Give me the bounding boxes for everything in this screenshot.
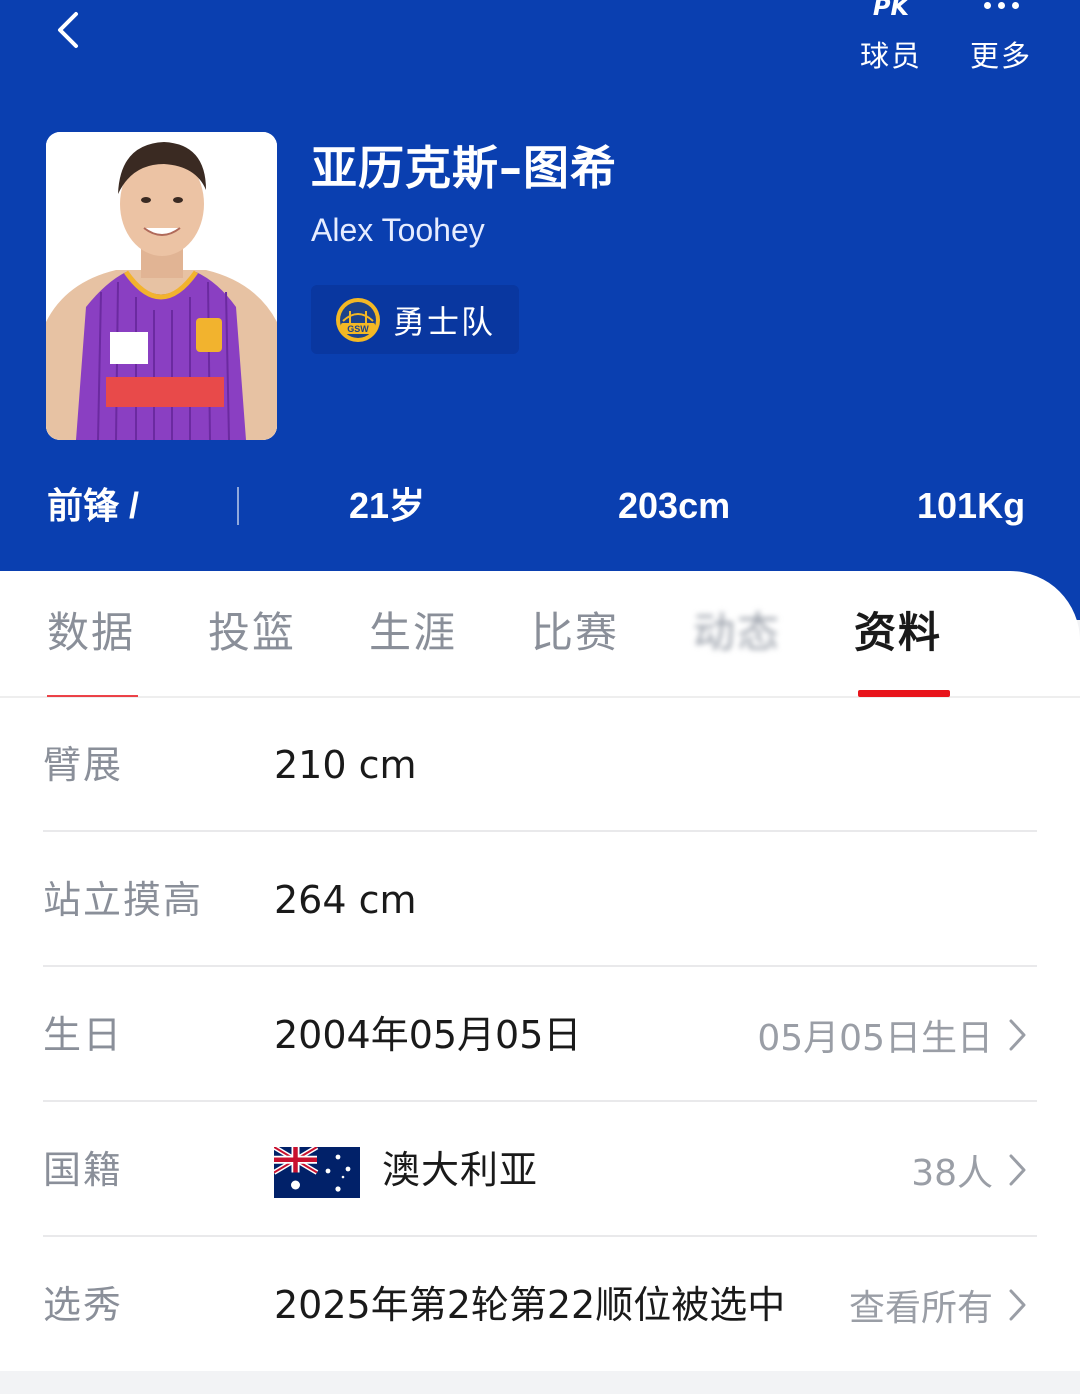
reach-label: 站立摸高: [43, 878, 204, 922]
stat-divider: [237, 487, 239, 525]
content-panel: 数据 投篮 生涯 比赛 动态 资料 臂展 210 cm 站立摸高 264 cm …: [0, 571, 1080, 1371]
chevron-right-icon: [1009, 1289, 1026, 1321]
draft-link-text: 查看所有: [848, 1288, 993, 1329]
player-stats-row: 前锋 / 21岁 203cm 101Kg: [0, 476, 1080, 536]
pk-label: 球员: [859, 39, 922, 73]
birthday-value: 2004年05月05日: [274, 1013, 582, 1057]
more-dots-icon: [956, 0, 1046, 26]
nationality-link[interactable]: 38人: [911, 1103, 1027, 1237]
nationality-row[interactable]: 国籍 澳大利亚 38人: [43, 1103, 1037, 1237]
draft-label: 选秀: [43, 1283, 124, 1327]
position-stat: 前锋 /: [47, 485, 140, 526]
tab-games[interactable]: 比赛: [531, 601, 619, 665]
tab-indicator-previous: [47, 695, 138, 697]
player-portrait-image: [46, 132, 277, 440]
birthday-row[interactable]: 生日 2004年05月05日 05月05日生日: [43, 968, 1037, 1102]
birthday-link-text: 05月05日生日: [757, 1018, 993, 1059]
tab-bar: 数据 投篮 生涯 比赛 动态 资料: [0, 571, 1080, 698]
tab-news[interactable]: 动态: [693, 601, 783, 665]
weight-stat: 101Kg: [917, 485, 1026, 526]
height-stat: 203cm: [618, 485, 731, 526]
tab-profile[interactable]: 资料: [854, 601, 942, 665]
player-photo: [46, 132, 277, 440]
tab-career[interactable]: 生涯: [369, 601, 457, 665]
player-header: PK 球员 更多 亚历克斯–图希 Alex Toohey GSW 勇士队 前锋 …: [0, 0, 1080, 620]
wingspan-label: 臂展: [43, 743, 124, 787]
australia-flag-icon: [274, 1147, 360, 1198]
tab-stats[interactable]: 数据: [47, 601, 135, 665]
team-name: 勇士队: [393, 302, 496, 341]
age-stat: 21岁: [349, 485, 426, 526]
nationality-label: 国籍: [43, 1148, 124, 1192]
birthday-label: 生日: [43, 1013, 124, 1057]
warriors-logo-icon: GSW: [336, 297, 380, 342]
nationality-link-text: 38人: [911, 1153, 993, 1194]
player-name-cn: 亚历克斯–图希: [311, 141, 617, 195]
nationality-value: 澳大利亚: [382, 1148, 539, 1192]
wingspan-value: 210 cm: [274, 743, 417, 787]
draft-row[interactable]: 选秀 2025年第2轮第22顺位被选中 查看所有: [43, 1238, 1037, 1372]
back-arrow-icon[interactable]: [48, 8, 92, 52]
pk-player-button[interactable]: PK 球员: [846, 0, 936, 80]
more-label: 更多: [969, 39, 1032, 73]
chevron-right-icon: [1009, 1154, 1026, 1186]
chevron-right-icon: [1009, 1019, 1026, 1051]
reach-value: 264 cm: [274, 878, 417, 922]
reach-row: 站立摸高 264 cm: [43, 833, 1037, 967]
bottom-strip: [0, 1371, 1080, 1394]
more-button[interactable]: 更多: [956, 0, 1046, 80]
tab-shooting[interactable]: 投篮: [208, 601, 296, 665]
team-chip[interactable]: GSW 勇士队: [311, 285, 520, 354]
draft-value: 2025年第2轮第22顺位被选中: [274, 1283, 786, 1327]
pk-icon: PK: [872, 0, 910, 21]
svg-text:GSW: GSW: [347, 324, 369, 334]
birthday-link[interactable]: 05月05日生日: [757, 968, 1027, 1102]
player-name-en: Alex Toohey: [311, 212, 485, 248]
draft-link[interactable]: 查看所有: [849, 1238, 1027, 1372]
wingspan-row: 臂展 210 cm: [43, 698, 1037, 832]
tab-indicator-active: [858, 690, 950, 697]
